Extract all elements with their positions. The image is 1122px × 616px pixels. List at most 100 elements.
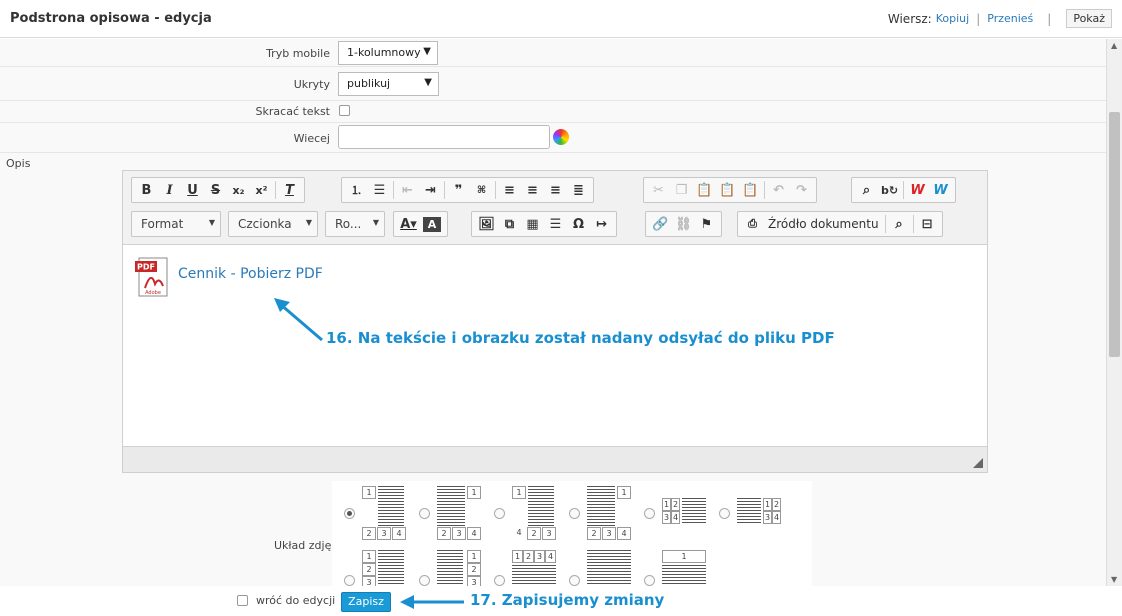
text-color-icon[interactable]: A▾ xyxy=(397,213,420,235)
word-blue-icon[interactable]: W xyxy=(929,179,952,201)
layout-radio[interactable] xyxy=(644,508,655,519)
layout-radio[interactable] xyxy=(569,575,580,586)
superscript-button[interactable]: x² xyxy=(250,179,273,201)
layout-radio[interactable] xyxy=(419,575,430,586)
preview-icon[interactable]: ⌕ xyxy=(888,213,911,235)
document-group: ⎙ Źródło dokumentu ⌕ ⊟ xyxy=(737,211,943,237)
remove-format-button[interactable]: T xyxy=(278,179,301,201)
strikethrough-button[interactable]: S xyxy=(204,179,227,201)
align-center-icon[interactable]: ≡ xyxy=(521,179,544,201)
layout-thumbnail: 1 2 3 4 xyxy=(360,484,408,540)
div-container-icon[interactable]: ⌘ xyxy=(470,179,493,201)
thumb-number: 1 xyxy=(362,486,376,499)
page-break-icon[interactable]: ↦ xyxy=(590,213,613,235)
justify-icon[interactable]: ≣ xyxy=(567,179,590,201)
word-red-icon[interactable]: W xyxy=(906,179,929,201)
thumb-number: 3 xyxy=(662,511,671,524)
thumb-text xyxy=(682,498,706,524)
thumb-text xyxy=(512,565,556,586)
background-color-icon[interactable]: A xyxy=(423,216,441,232)
templates-icon[interactable]: ⊟ xyxy=(916,213,939,235)
layout-radio[interactable] xyxy=(644,575,655,586)
layout-radio[interactable] xyxy=(494,508,505,519)
layout-option[interactable] xyxy=(557,545,633,586)
hidden-select[interactable]: publikuj ▼ xyxy=(338,72,439,96)
redo-icon[interactable]: ↷ xyxy=(790,179,813,201)
flash-icon[interactable]: ⧉ xyxy=(498,213,521,235)
outdent-icon[interactable]: ⇤ xyxy=(396,179,419,201)
subscript-button[interactable]: x₂ xyxy=(227,179,250,201)
scroll-up-icon[interactable]: ▲ xyxy=(1111,41,1117,50)
layout-radio[interactable] xyxy=(494,575,505,586)
size-combo[interactable]: Ro... ▼ xyxy=(325,211,385,237)
format-combo[interactable]: Format ▼ xyxy=(131,211,221,237)
resize-handle-icon[interactable] xyxy=(973,458,983,468)
image-icon[interactable]: 🖼 xyxy=(475,213,498,235)
layout-radio[interactable] xyxy=(344,508,355,519)
link-icon[interactable]: 🔗 xyxy=(649,213,672,235)
layout-option[interactable]: 1 2 3 xyxy=(332,545,408,586)
layout-option[interactable]: 1 2 3 4 xyxy=(332,481,408,541)
paste-icon[interactable]: 📋 xyxy=(693,179,716,201)
unlink-icon[interactable]: ⛓ xyxy=(672,213,695,235)
table-icon[interactable]: ▦ xyxy=(521,213,544,235)
source-button[interactable]: Źródło dokumentu xyxy=(764,217,883,231)
mobile-mode-select[interactable]: 1-kolumnowy ▼ xyxy=(338,41,438,65)
layout-option[interactable]: 1 2 3 4 xyxy=(482,481,558,541)
paste-text-icon[interactable]: 📋 xyxy=(716,179,739,201)
color-palette-icon[interactable] xyxy=(553,129,569,145)
paragraph-group: ⒈ ☰ ⇤ ⇥ ❞ ⌘ ≡ ≡ ≡ ≣ xyxy=(341,177,594,203)
pdf-file-icon[interactable]: PDF Adobe xyxy=(133,256,173,298)
layout-option[interactable]: 1 2 3 4 xyxy=(707,481,783,541)
bulleted-list-icon[interactable]: ☰ xyxy=(368,179,391,201)
thumb-number: 1 xyxy=(662,498,671,511)
layout-option[interactable]: 1 2 3 4 xyxy=(632,481,708,541)
save-button[interactable]: Zapisz xyxy=(341,592,391,612)
copy-icon[interactable]: ❐ xyxy=(670,179,693,201)
special-char-icon[interactable]: Ω xyxy=(567,213,590,235)
layout-radio[interactable] xyxy=(719,508,730,519)
more-input[interactable] xyxy=(338,125,550,149)
scrollbar-thumb[interactable] xyxy=(1109,112,1120,357)
bold-button[interactable]: B xyxy=(135,179,158,201)
layout-radio[interactable] xyxy=(419,508,430,519)
thumb-number: 4 xyxy=(671,511,680,524)
italic-button[interactable]: I xyxy=(158,179,181,201)
shorten-text-checkbox[interactable] xyxy=(339,105,350,116)
horizontal-line-icon[interactable]: ☰ xyxy=(544,213,567,235)
anchor-flag-icon[interactable]: ⚑ xyxy=(695,213,718,235)
numbered-list-icon[interactable]: ⒈ xyxy=(345,179,368,201)
underline-button[interactable]: U xyxy=(181,179,204,201)
scroll-down-icon[interactable]: ▼ xyxy=(1111,575,1117,584)
layout-option[interactable]: 1 xyxy=(632,545,708,586)
thumb-number: 1 xyxy=(467,550,481,563)
layout-option[interactable]: 1 2 3 4 xyxy=(482,545,558,586)
layout-radio[interactable] xyxy=(344,575,355,586)
layout-option[interactable]: 1 2 3 4 xyxy=(407,481,483,541)
move-link[interactable]: Przenieś xyxy=(987,12,1033,25)
undo-icon[interactable]: ↶ xyxy=(767,179,790,201)
return-to-edit-checkbox[interactable] xyxy=(237,595,248,606)
separator xyxy=(275,181,276,199)
cut-icon[interactable]: ✂ xyxy=(647,179,670,201)
align-right-icon[interactable]: ≡ xyxy=(544,179,567,201)
paste-word-icon[interactable]: 📋 xyxy=(739,179,762,201)
replace-icon[interactable]: b↻ xyxy=(878,179,901,201)
blockquote-icon[interactable]: ❞ xyxy=(447,179,470,201)
find-icon[interactable]: ⌕ xyxy=(855,179,878,201)
align-left-icon[interactable]: ≡ xyxy=(498,179,521,201)
layout-option[interactable]: 1 2 3 xyxy=(407,545,483,586)
thumb-number: 1 xyxy=(617,486,631,499)
page-title: Podstrona opisowa - edycja xyxy=(10,11,212,26)
layout-radio[interactable] xyxy=(569,508,580,519)
color-group: A▾ A xyxy=(393,211,448,237)
thumb-number: 2 xyxy=(671,498,680,511)
pdf-link[interactable]: Cennik - Pobierz PDF xyxy=(178,266,323,282)
show-button[interactable]: Pokaż xyxy=(1066,9,1112,28)
pdf-brand: Adobe xyxy=(145,290,161,296)
indent-icon[interactable]: ⇥ xyxy=(419,179,442,201)
font-combo[interactable]: Czcionka ▼ xyxy=(228,211,318,237)
copy-link[interactable]: Kopiuj xyxy=(936,12,969,25)
layout-option[interactable]: 1 2 3 4 xyxy=(557,481,633,541)
vertical-scrollbar[interactable]: ▲ ▼ xyxy=(1106,39,1122,586)
